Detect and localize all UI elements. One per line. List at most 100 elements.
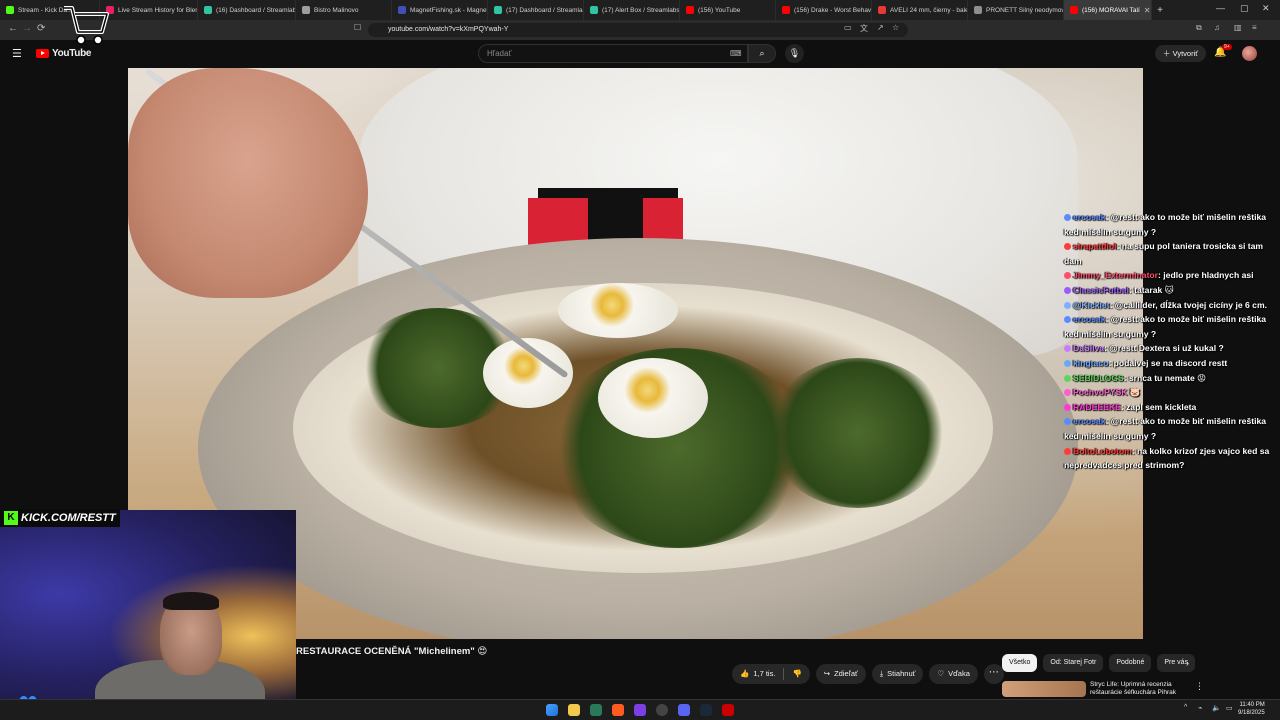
browser-tab[interactable]: (156) Drake - Worst Behav bbox=[776, 0, 872, 20]
kick-channel-tag: K KICK.COM/RESTT bbox=[0, 509, 120, 527]
browser-tab[interactable]: AVELI 24 mm, čierny - balen bbox=[872, 0, 968, 20]
chat-message: SEBIDLOGS: srnca tu nemate 😡 bbox=[1064, 371, 1278, 386]
new-tab-button[interactable]: + bbox=[1152, 5, 1168, 16]
keyboard-icon[interactable]: ⌨ bbox=[730, 49, 742, 58]
youtube-play-icon bbox=[36, 49, 49, 58]
create-label: Vytvoriť bbox=[1172, 49, 1199, 58]
tab-favicon-icon bbox=[204, 6, 212, 14]
plus-icon: ＋ bbox=[1163, 49, 1173, 58]
browser-tab[interactable]: (16) Dashboard / Streamlabs bbox=[198, 0, 296, 20]
speaker-icon[interactable]: 🔈 bbox=[1212, 704, 1221, 712]
tray-chevron-icon[interactable]: ^ bbox=[1184, 704, 1187, 711]
chat-message: DaSilva: @restt Dextera si už kukal ? bbox=[1064, 341, 1278, 356]
music-icon[interactable]: ♫ bbox=[1214, 23, 1220, 32]
address-input[interactable]: youtube.com/watch?v=kXmPQYwah-Y bbox=[368, 23, 908, 37]
hamburger-menu-icon[interactable]: ☰ bbox=[12, 47, 22, 60]
app-icon[interactable] bbox=[634, 704, 646, 716]
chat-badge-icon bbox=[1064, 403, 1071, 411]
network-icon[interactable]: ⌁ bbox=[1198, 704, 1202, 712]
streamer-hair bbox=[163, 592, 219, 610]
filter-chip[interactable]: Od: Starej Fotr bbox=[1043, 654, 1104, 672]
reload-icon[interactable]: ⟳ bbox=[37, 23, 45, 34]
chat-message: PochvoPYSK 🐷 bbox=[1064, 385, 1278, 400]
tab-favicon-icon bbox=[686, 6, 694, 14]
extensions-icon[interactable]: ⧉ bbox=[1196, 23, 1202, 33]
voice-search-button[interactable]: 🎙 bbox=[785, 44, 804, 63]
create-button[interactable]: ＋ Vytvoriť bbox=[1155, 45, 1207, 62]
minimize-icon[interactable]: — bbox=[1216, 3, 1225, 13]
menu-icon[interactable]: ≡ bbox=[1252, 23, 1257, 32]
browser-tab[interactable]: Bistro Malinovo bbox=[296, 0, 392, 20]
translate-icon[interactable]: 文 bbox=[860, 23, 868, 34]
search-button[interactable]: ⌕ bbox=[748, 44, 776, 63]
app-icon[interactable] bbox=[590, 704, 602, 716]
browser-tab[interactable]: PRONETT Silný neodymový bbox=[968, 0, 1064, 20]
star-icon[interactable]: ☆ bbox=[892, 23, 899, 32]
chat-text: : @restt Dextera si už kukal ? bbox=[1104, 343, 1224, 354]
back-icon[interactable]: ← bbox=[8, 23, 18, 34]
chat-username: @Kicklet bbox=[1073, 299, 1110, 310]
chat-message: kingtaco: podaivej se na discord restt bbox=[1064, 356, 1278, 371]
recommendation-chips: Všetko Od: Starej Fotr Podobné Pre vás bbox=[1002, 654, 1196, 672]
tab-favicon-icon bbox=[590, 6, 598, 14]
bookmark-icon[interactable]: ☐ bbox=[354, 23, 361, 32]
browser-tab[interactable]: (156) MORAVAI Talí ✕ bbox=[1064, 0, 1152, 20]
maximize-icon[interactable]: ▢ bbox=[1240, 3, 1249, 14]
chat-badge-icon bbox=[1064, 286, 1071, 294]
tab-favicon-icon bbox=[6, 6, 14, 14]
chat-text: : tatarak 🐱 bbox=[1128, 284, 1174, 295]
thumbs-down-icon[interactable]: 👎 bbox=[792, 664, 801, 684]
search-input[interactable]: Hľadať bbox=[478, 44, 748, 63]
thanks-button[interactable]: ♡ Vďaka bbox=[929, 664, 978, 684]
filter-chip[interactable]: Všetko bbox=[1002, 654, 1038, 672]
forward-icon[interactable]: → bbox=[22, 23, 32, 34]
share-label: Zdieľať bbox=[834, 669, 858, 678]
file-explorer-icon[interactable] bbox=[568, 704, 580, 716]
windows-start-icon[interactable] bbox=[546, 704, 558, 716]
mic-icon: 🎙 bbox=[788, 48, 801, 58]
browser-tab[interactable]: (156) YouTube bbox=[680, 0, 776, 20]
share-page-icon[interactable]: ↗ bbox=[877, 23, 884, 32]
youtube-logo[interactable]: YouTube bbox=[36, 48, 92, 59]
cast-icon[interactable]: ▭ bbox=[844, 23, 852, 32]
video-title: RESTAURACE OCENĚNÁ "Michelinem" 😍 bbox=[296, 646, 488, 657]
tab-label: Live Stream History for Bler bbox=[118, 6, 198, 14]
chat-username: ercosak bbox=[1073, 314, 1106, 325]
close-window-icon[interactable]: ✕ bbox=[1262, 3, 1270, 14]
chat-badge-icon bbox=[1064, 447, 1071, 455]
browser-tab[interactable]: (17) Dashboard / Streamlabs bbox=[488, 0, 584, 20]
steam-icon[interactable] bbox=[700, 704, 712, 716]
browser-tab-strip: Stream - Kick Da... Live Stream History f… bbox=[0, 0, 1280, 20]
taskbar-clock[interactable]: 11:40 PM 9/18/2025 bbox=[1238, 701, 1265, 717]
like-dislike-button[interactable]: 👍 1,7 tis. 👎 bbox=[732, 664, 810, 684]
brave-browser-icon[interactable] bbox=[612, 704, 624, 716]
clock-date: 9/18/2025 bbox=[1238, 710, 1265, 716]
filter-chip[interactable]: Pre vás bbox=[1157, 654, 1196, 672]
notification-badge: 9+ bbox=[1222, 44, 1232, 50]
discord-icon[interactable] bbox=[678, 704, 690, 716]
chevron-right-icon[interactable]: › bbox=[1186, 658, 1189, 668]
close-tab-icon[interactable]: ✕ bbox=[1144, 6, 1151, 15]
share-button[interactable]: ↪ Zdieľať bbox=[815, 664, 866, 684]
video-scene-herb bbox=[768, 358, 948, 508]
sidebar-icon[interactable]: ▥ bbox=[1234, 23, 1242, 32]
chat-badge-icon bbox=[1064, 214, 1071, 221]
filter-chip[interactable]: Podobné bbox=[1109, 654, 1152, 672]
browser-tab[interactable]: Live Stream History for Bler bbox=[100, 0, 198, 20]
recommendation-more-icon[interactable]: ⋮ bbox=[1195, 681, 1204, 692]
avatar[interactable] bbox=[1242, 46, 1257, 61]
share-icon: ↪ bbox=[823, 669, 831, 678]
thumbs-up-icon: 👍 bbox=[740, 669, 750, 678]
browser-tab[interactable]: MagnetFishing.sk - Magnet bbox=[392, 0, 488, 20]
recommendation-title[interactable]: Stryc Life: Úprimná recenzia reštaurácie… bbox=[1090, 681, 1190, 697]
chat-badge-icon bbox=[1064, 374, 1071, 382]
app-icon[interactable] bbox=[722, 704, 734, 716]
tab-label: (17) Dashboard / Streamlabs bbox=[506, 6, 584, 14]
recommendation-thumbnail[interactable] bbox=[1002, 681, 1086, 697]
browser-tab[interactable]: (17) Alert Box / Streamlabs bbox=[584, 0, 680, 20]
obs-icon[interactable] bbox=[656, 704, 668, 716]
chat-badge-icon bbox=[1064, 345, 1071, 353]
battery-icon[interactable]: ▭ bbox=[1226, 704, 1233, 712]
download-button[interactable]: ⤓ Stiahnuť bbox=[871, 664, 924, 684]
more-actions-button[interactable]: ⋯ bbox=[983, 664, 1004, 684]
